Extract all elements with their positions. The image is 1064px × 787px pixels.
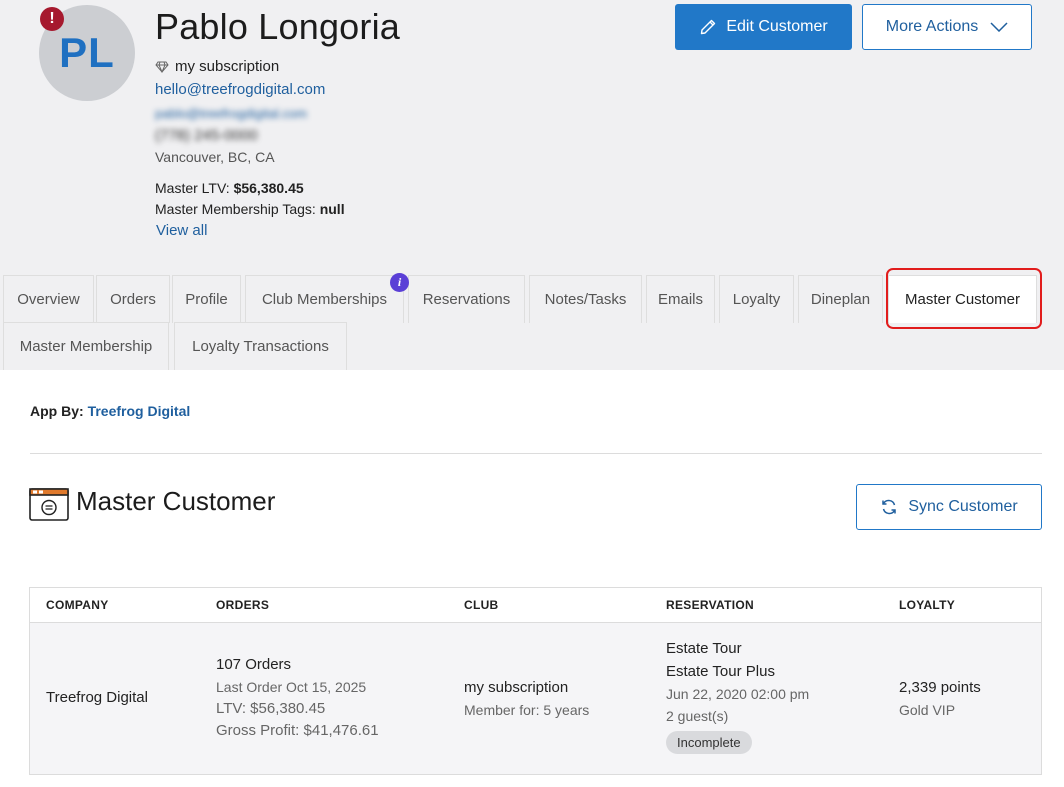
- view-all-link[interactable]: View all: [156, 222, 207, 239]
- master-ltv-value: $56,380.45: [233, 180, 304, 196]
- edit-customer-button[interactable]: Edit Customer: [675, 4, 852, 50]
- alert-icon: !: [40, 7, 64, 31]
- table-header: COMPANY ORDERS CLUB RESERVATION LOYALTY: [30, 588, 1041, 623]
- more-actions-label: More Actions: [885, 18, 979, 35]
- customer-header: PL ! Pablo Longoria my subscription hell…: [0, 0, 1064, 370]
- master-ltv-label: Master LTV:: [155, 180, 230, 196]
- tab-profile[interactable]: Profile: [172, 275, 241, 323]
- tab-master-customer[interactable]: Master Customer: [888, 275, 1037, 323]
- table-row[interactable]: Treefrog Digital 107 Orders Last Order O…: [30, 623, 1041, 774]
- loyalty-tier: Gold VIP: [899, 702, 956, 718]
- pencil-icon: [701, 19, 716, 35]
- loyalty-cell: 2,339 points Gold VIP: [899, 676, 981, 721]
- email-link[interactable]: hello@treefrogdigital.com: [155, 81, 325, 98]
- app-by-label: App By:: [30, 403, 84, 419]
- orders-ltv: LTV: $56,380.45: [216, 700, 326, 717]
- tab-club-memberships[interactable]: Club Memberships: [245, 275, 404, 323]
- club-member-for: Member for: 5 years: [464, 702, 590, 718]
- tab-master-membership[interactable]: Master Membership: [3, 322, 169, 370]
- column-header-company: COMPANY: [46, 598, 109, 612]
- avatar-initials: PL: [59, 29, 115, 76]
- tab-orders[interactable]: Orders: [96, 275, 170, 323]
- column-header-orders: ORDERS: [216, 598, 270, 612]
- location: Vancouver, BC, CA: [155, 149, 275, 165]
- tab-notes-tasks[interactable]: Notes/Tasks: [529, 275, 642, 323]
- more-actions-button[interactable]: More Actions: [862, 4, 1032, 50]
- diamond-icon: [155, 61, 169, 73]
- phone-number: (778) 245-0000: [155, 127, 258, 144]
- divider: [30, 453, 1042, 454]
- company-cell: Treefrog Digital: [46, 689, 148, 706]
- orders-count: 107 Orders: [216, 656, 292, 673]
- chevron-down-icon: [990, 22, 1008, 32]
- status-badge: Incomplete: [666, 731, 752, 754]
- membership-tags-value: null: [319, 201, 345, 217]
- tab-emails[interactable]: Emails: [646, 275, 715, 323]
- last-order: Last Order Oct 15, 2025: [216, 679, 367, 695]
- tab-loyalty[interactable]: Loyalty: [719, 275, 794, 323]
- gross-profit: Gross Profit: $41,476.61: [216, 722, 379, 739]
- sync-customer-button[interactable]: Sync Customer: [856, 484, 1042, 530]
- reservation-name-1: Estate Tour: [666, 640, 742, 657]
- customer-window-icon: [29, 488, 69, 521]
- reservation-guests: 2 guest(s): [666, 708, 729, 724]
- subscription-label: my subscription: [175, 58, 280, 75]
- reservation-name-2: Estate Tour Plus: [666, 663, 775, 680]
- reservation-cell: Estate Tour Estate Tour Plus Jun 22, 202…: [666, 637, 809, 754]
- subscription-line: my subscription: [155, 58, 279, 75]
- sync-customer-label: Sync Customer: [908, 498, 1018, 515]
- master-membership-tags: Master Membership Tags: null: [155, 201, 345, 217]
- membership-tags-label: Master Membership Tags:: [155, 201, 316, 217]
- section-title: Master Customer: [76, 486, 276, 516]
- app-by-link[interactable]: Treefrog Digital: [88, 403, 191, 419]
- tab-reservations[interactable]: Reservations: [408, 275, 525, 323]
- app-by: App By: Treefrog Digital: [30, 403, 190, 419]
- orders-cell: 107 Orders Last Order Oct 15, 2025 LTV: …: [216, 653, 379, 742]
- reservation-date: Jun 22, 2020 02:00 pm: [666, 686, 810, 702]
- loyalty-points: 2,339 points: [899, 679, 981, 696]
- info-icon: i: [390, 273, 409, 292]
- secondary-email[interactable]: pablo@treefrogdigital.com: [155, 106, 307, 121]
- column-header-club: CLUB: [464, 598, 499, 612]
- tab-loyalty-transactions[interactable]: Loyalty Transactions: [174, 322, 347, 370]
- master-ltv: Master LTV: $56,380.45: [155, 180, 304, 196]
- tab-overview[interactable]: Overview: [3, 275, 94, 323]
- column-header-loyalty: LOYALTY: [899, 598, 956, 612]
- club-cell: my subscription Member for: 5 years: [464, 676, 589, 721]
- customer-name: Pablo Longoria: [155, 6, 400, 47]
- club-name: my subscription: [464, 679, 569, 696]
- column-header-reservation: RESERVATION: [666, 598, 754, 612]
- master-customer-table: COMPANY ORDERS CLUB RESERVATION LOYALTY …: [29, 587, 1042, 775]
- tab-dineplan[interactable]: Dineplan: [798, 275, 883, 323]
- sync-icon: [882, 499, 897, 515]
- edit-customer-label: Edit Customer: [726, 18, 828, 35]
